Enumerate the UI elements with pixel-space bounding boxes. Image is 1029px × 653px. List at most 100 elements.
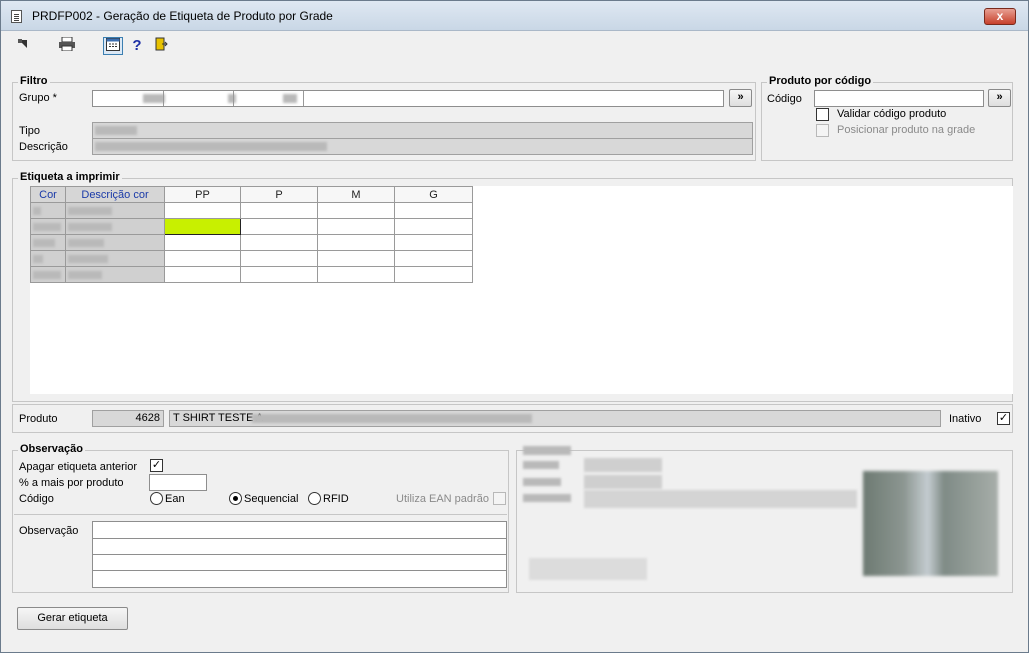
toolbar: ?	[1, 32, 1028, 58]
imagem-field-3	[584, 490, 857, 508]
utiliza-ean-checkbox[interactable]	[493, 492, 506, 505]
printer-icon[interactable]	[57, 36, 77, 55]
grid-cell[interactable]	[240, 218, 318, 235]
observacao-textarea[interactable]	[92, 521, 507, 588]
codigo-browse-button[interactable]: »	[988, 89, 1011, 107]
grid-cell[interactable]	[317, 202, 395, 219]
imagem-label-1	[523, 461, 559, 469]
grid-cell-cor	[30, 234, 66, 251]
grid-cell[interactable]	[394, 218, 473, 235]
grid-cell[interactable]	[164, 234, 241, 251]
percent-input[interactable]	[149, 474, 207, 491]
grid-cell[interactable]	[240, 202, 318, 219]
validar-label: Validar código produto	[837, 108, 947, 120]
grid-cell[interactable]	[240, 234, 318, 251]
help-icon[interactable]: ?	[127, 37, 147, 55]
grupo-input[interactable]	[92, 90, 724, 107]
grid-cell[interactable]	[240, 266, 318, 283]
produto-code-field: 4628	[92, 410, 164, 427]
grid-cell[interactable]	[164, 202, 241, 219]
imagem-button[interactable]	[529, 558, 647, 580]
table-row	[30, 266, 473, 283]
grid-cell-cor	[30, 266, 66, 283]
grid-cell[interactable]	[317, 218, 395, 235]
grid-cell[interactable]	[317, 234, 395, 251]
etiqueta-grid-area: Cor Descrição cor PP P M G	[30, 186, 1013, 394]
grid-cell[interactable]	[317, 266, 395, 283]
grid-cell[interactable]	[394, 202, 473, 219]
grid-header-descricao[interactable]: Descrição cor	[65, 186, 165, 203]
gerar-etiqueta-button[interactable]: Gerar etiqueta	[17, 607, 128, 630]
table-row	[30, 250, 473, 267]
table-row	[30, 218, 473, 235]
observacao-divider	[14, 514, 507, 515]
grid-cell[interactable]	[394, 234, 473, 251]
main-window: PRDFP002 - Geração de Etiqueta de Produt…	[0, 0, 1029, 653]
observacao-text-label: Observação	[19, 525, 79, 537]
produto-label: Produto	[19, 413, 58, 425]
tipo-label: Tipo	[19, 125, 40, 137]
exit-arrow-icon[interactable]	[13, 37, 33, 55]
grupo-browse-button[interactable]: »	[729, 89, 752, 107]
etiqueta-grid: Cor Descrição cor PP P M G	[30, 186, 473, 283]
grid-header-p[interactable]: P	[240, 186, 318, 203]
table-row	[30, 202, 473, 219]
radio-sequencial[interactable]	[229, 492, 242, 505]
calendar-icon[interactable]	[103, 37, 123, 55]
grid-cell-descricao	[65, 234, 165, 251]
radio-rfid[interactable]	[308, 492, 321, 505]
product-image	[863, 471, 998, 576]
grid-cell-cor	[30, 202, 66, 219]
grid-cell[interactable]	[394, 250, 473, 267]
apagar-checkbox[interactable]: ✓	[150, 459, 163, 472]
grid-cell-selected[interactable]	[164, 218, 241, 235]
grid-cell[interactable]	[394, 266, 473, 283]
imagem-label-3	[523, 494, 571, 502]
grupo-label: Grupo *	[19, 92, 57, 104]
table-row	[30, 234, 473, 251]
inativo-label: Inativo	[949, 413, 982, 425]
codigo-tipo-label: Código	[19, 493, 54, 505]
grid-cell[interactable]	[164, 250, 241, 267]
close-button[interactable]: x	[984, 8, 1016, 25]
tipo-field	[92, 122, 753, 139]
apagar-label: Apagar etiqueta anterior	[19, 461, 138, 473]
posicionar-label: Posicionar produto na grade	[837, 124, 976, 136]
imagem-label-2	[523, 478, 561, 486]
grid-cell-cor	[30, 218, 66, 235]
descricao-label: Descrição	[19, 141, 68, 153]
imagem-field-2	[584, 475, 662, 489]
window-title: PRDFP002 - Geração de Etiqueta de Produt…	[32, 9, 333, 23]
grid-header-m[interactable]: M	[317, 186, 395, 203]
grid-header-g[interactable]: G	[394, 186, 473, 203]
grid-cell[interactable]	[240, 250, 318, 267]
radio-ean[interactable]	[150, 492, 163, 505]
grid-cell-descricao	[65, 218, 165, 235]
grid-cell[interactable]	[164, 266, 241, 283]
door-exit-icon[interactable]	[151, 37, 171, 55]
utiliza-ean-label: Utiliza EAN padrão	[396, 493, 489, 505]
produto-codigo-legend: Produto por código	[767, 75, 874, 87]
grid-cell-descricao	[65, 266, 165, 283]
produto-description-field: T SHIRT TESTE A	[169, 410, 941, 427]
grid-header-cor[interactable]: Cor	[30, 186, 66, 203]
grid-cell-descricao	[65, 250, 165, 267]
codigo-label: Código	[767, 93, 802, 105]
radio-rfid-label: RFID	[323, 493, 349, 505]
grid-cell-descricao	[65, 202, 165, 219]
filtro-legend: Filtro	[18, 75, 50, 87]
title-bar: PRDFP002 - Geração de Etiqueta de Produt…	[1, 1, 1028, 31]
imagem-field-1	[584, 458, 662, 472]
inativo-checkbox[interactable]: ✓	[997, 412, 1010, 425]
observacao-legend: Observação	[18, 443, 85, 455]
codigo-input[interactable]	[814, 90, 984, 107]
document-icon	[11, 10, 22, 23]
grid-header-pp[interactable]: PP	[164, 186, 241, 203]
produto-description-text: T SHIRT TESTE A	[173, 412, 264, 424]
radio-ean-label: Ean	[165, 493, 185, 505]
validar-checkbox[interactable]	[816, 108, 829, 121]
etiqueta-legend: Etiqueta a imprimir	[18, 171, 122, 183]
posicionar-checkbox[interactable]	[816, 124, 829, 137]
radio-sequencial-label: Sequencial	[244, 493, 299, 505]
grid-cell[interactable]	[317, 250, 395, 267]
